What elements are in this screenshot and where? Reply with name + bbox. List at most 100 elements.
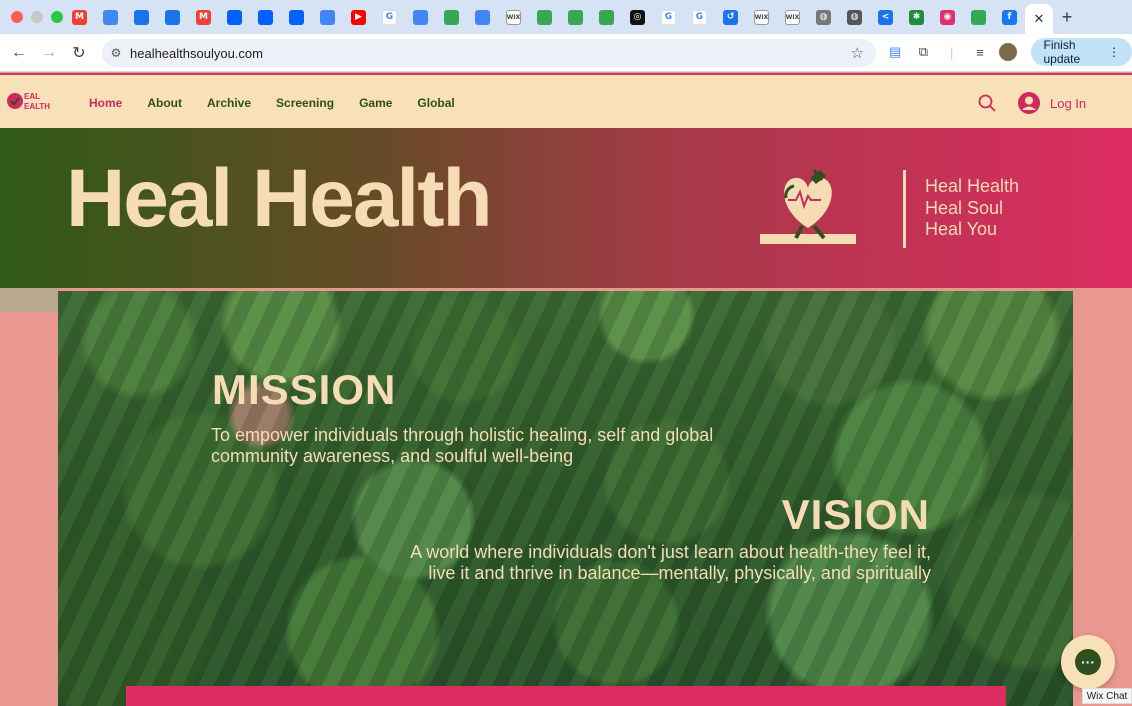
- toolbar-actions: ▤ ⧉ | ≡ Finish update ⋮: [886, 38, 1132, 66]
- back-button[interactable]: ←: [4, 38, 34, 68]
- browser-tab[interactable]: [250, 0, 281, 34]
- browser-tab[interactable]: [467, 0, 498, 34]
- browser-tab[interactable]: ◉: [932, 0, 963, 34]
- browser-tab[interactable]: [219, 0, 250, 34]
- browser-tab[interactable]: [157, 0, 188, 34]
- banner-title: Heal Health: [66, 153, 493, 244]
- browser-tab[interactable]: ▶: [343, 0, 374, 34]
- reading-list-icon[interactable]: ≡: [971, 41, 989, 63]
- svg-text:EAL: EAL: [24, 92, 40, 101]
- tagline-2: Heal Soul: [925, 197, 1004, 218]
- browser-tab[interactable]: f: [994, 0, 1025, 34]
- browser-tab[interactable]: [405, 0, 436, 34]
- wix-chat-label[interactable]: Wix Chat: [1082, 688, 1132, 704]
- banner-taglines: Heal Health Heal Soul Heal You: [925, 176, 1019, 241]
- browser-tab[interactable]: ◍: [808, 0, 839, 34]
- address-bar[interactable]: ⚙ healhealthsoulyou.com ☆: [102, 39, 876, 67]
- browser-tab[interactable]: M: [188, 0, 219, 34]
- vision-text: A world where individuals don't just lea…: [331, 542, 931, 584]
- browser-tab[interactable]: WIX: [746, 0, 777, 34]
- nav-item-screening[interactable]: Screening: [276, 96, 334, 110]
- vision-line-1: A world where individuals don't just lea…: [410, 542, 931, 562]
- google-drive-icon: [537, 9, 552, 25]
- login-button[interactable]: Log In: [1018, 92, 1086, 114]
- browser-tab[interactable]: ◍: [839, 0, 870, 34]
- heal-health-logo[interactable]: EAL EALTH: [6, 88, 52, 114]
- browser-tab[interactable]: <: [870, 0, 901, 34]
- browser-tab[interactable]: [963, 0, 994, 34]
- browser-tab[interactable]: [95, 0, 126, 34]
- url-text[interactable]: healhealthsoulyou.com: [130, 46, 263, 61]
- extensions-puzzle-icon[interactable]: ⧉: [914, 41, 932, 63]
- browser-tab[interactable]: ◎: [622, 0, 653, 34]
- browser-tab[interactable]: WIX: [498, 0, 529, 34]
- wix-icon: WIX: [506, 9, 521, 25]
- tagline-1: Heal Health: [925, 176, 1020, 196]
- browser-tab[interactable]: G: [374, 0, 405, 34]
- reload-button[interactable]: ↻: [64, 38, 94, 68]
- globe-icon: ◍: [816, 9, 831, 25]
- nav-item-global[interactable]: Global: [417, 96, 454, 110]
- browser-tab[interactable]: G: [653, 0, 684, 34]
- close-window-button[interactable]: [11, 11, 23, 23]
- close-tab-icon[interactable]: ✕: [1034, 11, 1045, 27]
- browser-tab[interactable]: [529, 0, 560, 34]
- browser-tab[interactable]: G: [684, 0, 715, 34]
- browser-tab[interactable]: [560, 0, 591, 34]
- nav-item-game[interactable]: Game: [359, 96, 392, 110]
- browser-tab[interactable]: [312, 0, 343, 34]
- google-drive-icon: [971, 9, 986, 25]
- vision-title: VISION: [781, 491, 930, 538]
- wix-chat-button[interactable]: ···: [1061, 635, 1115, 689]
- user-avatar-icon: [1018, 92, 1040, 114]
- svg-text:EALTH: EALTH: [24, 102, 50, 111]
- browser-tab[interactable]: [281, 0, 312, 34]
- gmail-icon: M: [72, 9, 87, 25]
- zoom-window-button[interactable]: [51, 11, 63, 23]
- finish-update-button[interactable]: Finish update ⋮: [1031, 38, 1132, 66]
- search-icon[interactable]: [978, 94, 996, 112]
- google-icon: G: [661, 9, 676, 25]
- nav-item-archive[interactable]: Archive: [207, 96, 251, 110]
- forward-button[interactable]: →: [34, 38, 64, 68]
- active-tab[interactable]: ✕: [1025, 4, 1053, 34]
- openai-icon: ◎: [630, 9, 645, 25]
- google-docs-icon: [103, 9, 118, 25]
- browser-tab[interactable]: [436, 0, 467, 34]
- window-controls: [0, 11, 64, 23]
- browser-tab[interactable]: [126, 0, 157, 34]
- shield-icon: [134, 9, 149, 25]
- dropbox-icon: [227, 9, 242, 25]
- wix-icon: WIX: [785, 9, 800, 25]
- gmail-icon: M: [196, 9, 211, 25]
- google-drive-icon: [444, 9, 459, 25]
- nav-item-home[interactable]: Home: [89, 96, 122, 110]
- dropbox-icon: [289, 9, 304, 25]
- forest-hero-image: MISSION To empower individuals through h…: [58, 291, 1073, 706]
- bottom-section-bar: [126, 686, 1006, 706]
- browser-tab[interactable]: ↺: [715, 0, 746, 34]
- profile-avatar-icon[interactable]: [999, 41, 1018, 63]
- dropbox-icon: [258, 9, 273, 25]
- docs-extension-icon[interactable]: ▤: [886, 41, 904, 63]
- browser-tab[interactable]: M: [64, 0, 95, 34]
- minimize-window-button[interactable]: [31, 11, 43, 23]
- browser-tab[interactable]: ✱: [901, 0, 932, 34]
- instagram-icon: ◉: [940, 9, 955, 25]
- youtube-icon: ▶: [351, 9, 366, 25]
- bookmark-star-icon[interactable]: ☆: [851, 44, 864, 62]
- site-info-icon[interactable]: ⚙: [102, 46, 130, 60]
- more-menu-icon[interactable]: ⋮: [1108, 45, 1120, 59]
- new-tab-button[interactable]: +: [1053, 0, 1081, 34]
- nav-item-about[interactable]: About: [147, 96, 182, 110]
- tab-strip: M M ▶ G WIX ◎ G G ↺ WIX WIX ◍ ◍ < ✱ ◉ f: [64, 0, 1025, 34]
- heart-mascot-icon: [760, 169, 856, 244]
- wix-icon: WIX: [754, 9, 769, 25]
- google-drive-icon: [568, 9, 583, 25]
- site-header: EAL EALTH Home About Archive Screening Game G…: [0, 73, 1132, 128]
- browser-tab[interactable]: [591, 0, 622, 34]
- browser-tab[interactable]: WIX: [777, 0, 808, 34]
- banner-divider: [903, 170, 906, 248]
- share-icon: <: [878, 9, 893, 25]
- google-docs-icon: [320, 9, 335, 25]
